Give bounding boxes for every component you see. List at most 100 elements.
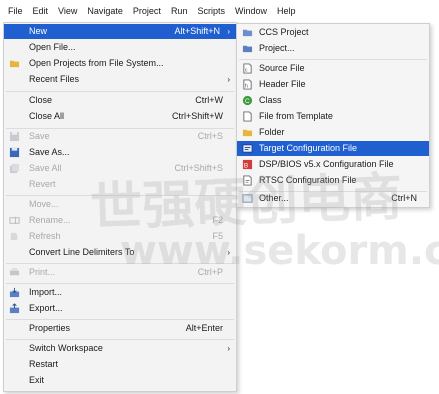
menu-item-label: Close: [29, 95, 53, 105]
submenu-item-header-file[interactable]: h Header File: [237, 77, 429, 92]
menu-item-shortcut: Ctrl+P: [197, 267, 223, 277]
menu-item-move[interactable]: Move...: [4, 197, 236, 212]
submenu-item-other[interactable]: Other... Ctrl+N: [237, 191, 429, 206]
menu-item-label: Move...: [29, 199, 59, 209]
menu-item-export[interactable]: Export...: [4, 301, 236, 316]
submenu-item-label: Class: [259, 95, 282, 105]
menu-item-label: Restart: [29, 359, 59, 369]
refresh-icon: [10, 232, 18, 241]
menu-item-switch-workspace[interactable]: Switch Workspace ›: [4, 341, 236, 356]
chevron-right-icon: ›: [227, 27, 230, 36]
submenu-item-label: Header File: [259, 79, 306, 89]
svg-text:h: h: [245, 83, 248, 89]
submenu-item-label: File from Template: [259, 111, 333, 121]
chevron-right-icon: ›: [227, 248, 230, 257]
menu-item-shortcut: F2: [212, 215, 223, 225]
svg-text:B: B: [244, 162, 248, 169]
menu-item-label: Import...: [29, 287, 63, 297]
menu-separator: [239, 59, 427, 60]
printer-icon: [9, 267, 20, 276]
save-as-icon: [9, 147, 20, 158]
project-icon: [242, 45, 253, 53]
submenu-item-folder[interactable]: Folder: [237, 125, 429, 140]
menu-item-label: Rename...: [29, 215, 71, 225]
menu-item-refresh[interactable]: Refresh F5: [4, 229, 236, 244]
menu-item-label: Revert: [29, 179, 56, 189]
menu-item-restart[interactable]: Restart: [4, 357, 236, 372]
menu-item-new[interactable]: New Alt+Shift+N ›: [4, 24, 236, 39]
menu-item-close[interactable]: Close Ctrl+W: [4, 93, 236, 108]
menu-item-label: Print...: [29, 267, 56, 277]
menu-item-save-all[interactable]: Save All Ctrl+Shift+S: [4, 161, 236, 176]
menu-item-shortcut: Ctrl+Shift+S: [174, 163, 223, 173]
submenu-item-label: Source File: [259, 63, 305, 73]
menu-item-convert-line-delimiters[interactable]: Convert Line Delimiters To ›: [4, 245, 236, 260]
menu-window[interactable]: Window: [230, 0, 272, 22]
menu-item-exit[interactable]: Exit: [4, 373, 236, 388]
svg-text:c: c: [245, 67, 248, 73]
menu-item-import[interactable]: Import...: [4, 285, 236, 300]
submenu-item-label: DSP/BIOS v5.x Configuration File: [259, 159, 394, 169]
svg-text:C: C: [245, 98, 250, 105]
menu-item-rename[interactable]: Rename... F2: [4, 213, 236, 228]
submenu-item-label: Project...: [259, 43, 295, 53]
menu-item-label: New: [29, 26, 48, 36]
submenu-item-rtsc-config[interactable]: RTSC Configuration File: [237, 173, 429, 188]
menu-item-open-projects[interactable]: Open Projects from File System...: [4, 56, 236, 71]
menu-item-shortcut: Ctrl+S: [197, 131, 223, 141]
menu-navigate[interactable]: Navigate: [82, 0, 128, 22]
menu-item-label: Open Projects from File System...: [29, 58, 164, 68]
rtsc-config-icon: [243, 175, 252, 186]
menu-help[interactable]: Help: [272, 0, 301, 22]
save-icon: [9, 131, 20, 142]
submenu-item-target-configuration-file[interactable]: Target Configuration File: [237, 141, 429, 156]
chevron-right-icon: ›: [227, 344, 230, 353]
menu-run[interactable]: Run: [166, 0, 193, 22]
menu-item-close-all[interactable]: Close All Ctrl+Shift+W: [4, 109, 236, 124]
menu-view[interactable]: View: [53, 0, 82, 22]
submenu-item-label: Target Configuration File: [259, 143, 358, 153]
save-all-icon: [9, 163, 20, 174]
menu-item-recent-files[interactable]: Recent Files ›: [4, 72, 236, 87]
menu-item-label: Save As...: [29, 147, 70, 157]
folder-open-icon: [9, 60, 20, 68]
menu-item-label: Switch Workspace: [29, 343, 103, 353]
menu-bar: File Edit View Navigate Project Run Scri…: [0, 0, 439, 22]
menu-separator: [6, 283, 234, 284]
menu-item-properties[interactable]: Properties Alt+Enter: [4, 321, 236, 336]
dsp-bios-icon: B: [242, 159, 253, 169]
submenu-item-file-from-template[interactable]: File from Template: [237, 109, 429, 124]
menu-item-label: Close All: [29, 111, 65, 121]
menu-item-print[interactable]: Print... Ctrl+P: [4, 265, 236, 280]
class-icon: C: [242, 95, 253, 106]
submenu-item-ccs-project[interactable]: CCS Project: [237, 25, 429, 40]
menu-edit[interactable]: Edit: [28, 0, 54, 22]
menu-item-shortcut: F5: [212, 231, 223, 241]
target-config-icon: [242, 144, 253, 153]
menu-separator: [6, 263, 234, 264]
menu-separator: [6, 339, 234, 340]
menu-separator: [6, 91, 234, 92]
submenu-item-label: CCS Project: [259, 27, 309, 37]
menu-item-label: Exit: [29, 375, 45, 385]
menu-item-open-file[interactable]: Open File...: [4, 40, 236, 55]
menu-item-revert[interactable]: Revert: [4, 177, 236, 192]
menu-scripts[interactable]: Scripts: [192, 0, 230, 22]
submenu-item-class[interactable]: C Class: [237, 93, 429, 108]
other-wizard-icon: [242, 194, 253, 203]
menu-item-label: Save All: [29, 163, 62, 173]
submenu-item-project[interactable]: Project...: [237, 41, 429, 56]
rename-icon: [9, 216, 20, 225]
menu-item-label: Open File...: [29, 42, 76, 52]
menu-file[interactable]: File: [0, 0, 28, 22]
menu-item-save-as[interactable]: Save As...: [4, 145, 236, 160]
menu-item-label: Convert Line Delimiters To: [29, 247, 135, 257]
submenu-item-source-file[interactable]: c Source File: [237, 61, 429, 76]
submenu-item-label: Folder: [259, 127, 285, 137]
submenu-item-shortcut: Ctrl+N: [391, 193, 417, 203]
submenu-item-dsp-bios-config[interactable]: B DSP/BIOS v5.x Configuration File: [237, 157, 429, 172]
menu-item-save[interactable]: Save Ctrl+S: [4, 129, 236, 144]
menu-project[interactable]: Project: [128, 0, 166, 22]
submenu-item-label: Other...: [259, 193, 289, 203]
menu-item-label: Save: [29, 131, 50, 141]
